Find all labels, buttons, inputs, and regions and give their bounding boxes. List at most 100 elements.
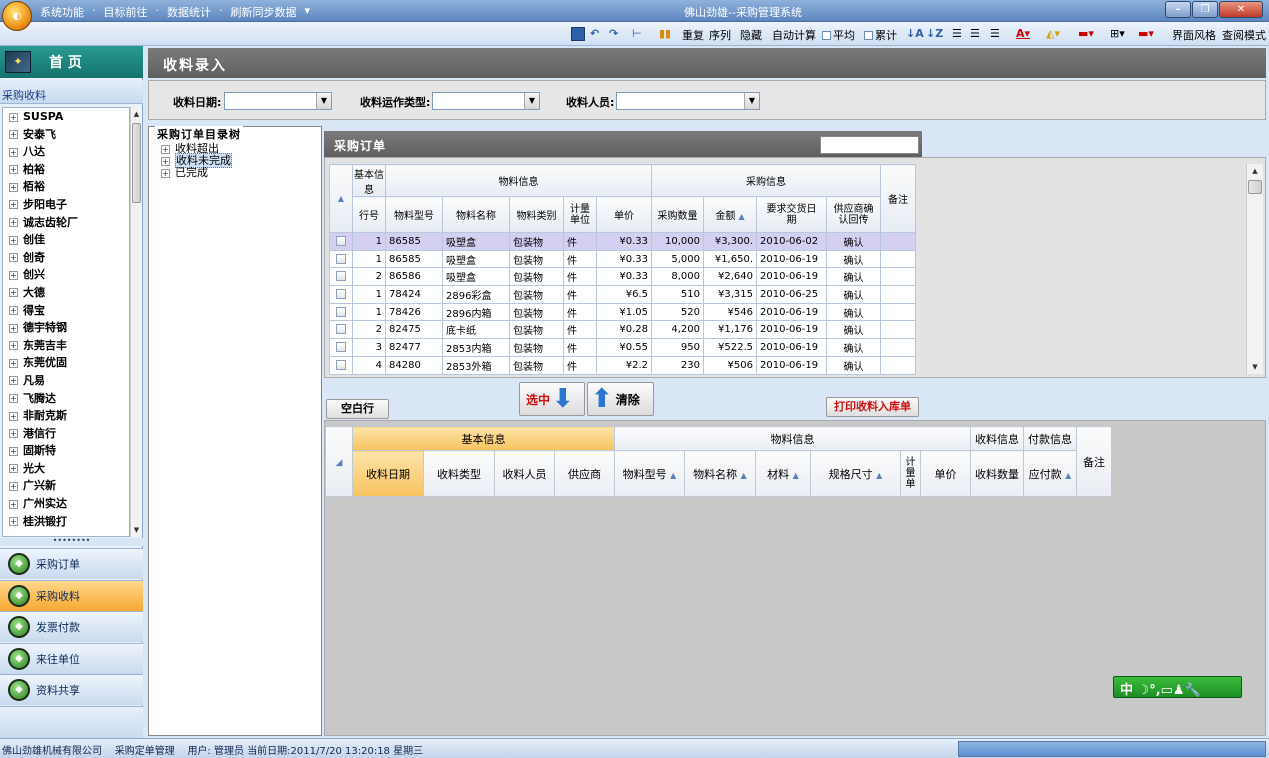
cell-unit[interactable]: 件 [563,320,597,340]
average-checkbox[interactable] [822,30,831,40]
rcol-date[interactable]: 收料日期 [352,450,424,497]
cell-name[interactable]: 底卡纸 [442,320,510,340]
expand-icon[interactable]: + [9,446,18,456]
print-receipt-button[interactable]: 打印收料入库单 [826,397,919,417]
redo-icon[interactable]: ↷ [609,27,618,40]
sort-desc-icon[interactable]: ↓Z [926,27,943,40]
cell-line[interactable]: 2 [352,320,386,340]
cell-amount[interactable]: ¥506 [703,355,757,375]
align-right-icon[interactable]: ☰ [990,27,1000,40]
cell-model[interactable]: 84280 [385,355,443,375]
cell-model[interactable]: 82477 [385,338,443,357]
cell-line[interactable]: 1 [352,249,386,269]
rcol-qty[interactable]: 收料数量 [970,450,1024,497]
cell-category[interactable]: 包装物 [509,320,564,340]
cell-amount[interactable]: ¥2,640 [703,267,757,287]
expand-icon[interactable]: + [9,341,18,351]
expand-icon[interactable]: + [9,253,18,263]
cell-price[interactable]: ¥0.33 [596,249,652,269]
expand-icon[interactable]: + [9,464,18,474]
expand-icon[interactable]: + [9,165,18,175]
row-checkbox[interactable] [329,355,353,375]
sequence-button[interactable]: 序列 [709,27,731,43]
expand-icon[interactable]: + [9,200,18,210]
nav-button-1[interactable]: ◆ 采购收料 [0,579,143,611]
expand-icon[interactable]: + [9,288,18,298]
supplier-tree-item[interactable]: + 广兴新 [3,477,129,495]
row-checkbox[interactable] [329,320,353,340]
cell-category[interactable]: 包装物 [509,302,564,322]
supplier-tree-item[interactable]: + 栢裕 [3,178,129,196]
col-line[interactable]: 行号 [352,196,386,233]
cell-confirm[interactable]: 确认 [826,267,881,287]
supplier-tree-item[interactable]: + 创兴 [3,266,129,284]
table-row[interactable]: 1 78424 2896彩盒 包装物件 ¥6.5 510 ¥3,315 2010-06-25 确… [329,285,916,304]
cell-model[interactable]: 86586 [385,267,443,287]
supplier-tree-item[interactable]: + 八达 [3,143,129,161]
cell-date[interactable]: 2010-06-19 [756,320,827,340]
expand-icon[interactable]: + [161,156,170,166]
rcol-payable[interactable]: 应付款 ▲ [1023,450,1077,497]
cell-qty[interactable]: 10,000 [651,232,704,251]
cell-remark[interactable] [880,355,916,375]
cell-name[interactable]: 吸塑盒 [442,232,510,251]
checkbox-icon[interactable] [336,359,346,370]
minimize-icon[interactable]: – [1165,1,1191,18]
supplier-tree-item[interactable]: + 诚志齿轮厂 [3,214,129,232]
line-color-icon[interactable]: ▬▾ [1078,27,1094,40]
orders-grid-scrollbar[interactable]: ▲ ▼ [1246,164,1263,374]
cell-qty[interactable]: 4,200 [651,320,704,340]
cell-qty[interactable]: 510 [651,285,704,304]
view-mode-button[interactable]: 查阅模式 [1222,27,1266,43]
cell-date[interactable]: 2010-06-19 [756,338,827,357]
align-left-icon[interactable]: ☰ [952,27,962,40]
supplier-tree-scrollbar[interactable]: ▲ ▼ [130,107,142,537]
app-orb-icon[interactable]: ◐ [2,1,32,31]
orders-search-input[interactable] [820,136,919,154]
cell-confirm[interactable]: 确认 [826,338,881,357]
cell-date[interactable]: 2010-06-19 [756,355,827,375]
supplier-tree-item[interactable]: + 德宇特钢 [3,319,129,337]
cell-amount[interactable]: ¥1,176 [703,320,757,340]
cell-amount[interactable]: ¥522.5 [703,338,757,357]
checkbox-icon[interactable] [336,288,346,299]
table-row[interactable]: 1 86585 吸塑盒 包装物件 ¥0.33 10,000 ¥3,300. 2010-06-0… [329,232,916,251]
nav-button-3[interactable]: ◆ 来往单位 [0,642,143,674]
cell-model[interactable]: 78426 [385,302,443,322]
blank-row-button[interactable]: 空白行 [326,399,389,419]
cell-remark[interactable] [880,338,916,357]
cell-date[interactable]: 2010-06-25 [756,285,827,304]
checkbox-icon[interactable] [336,253,346,264]
row-checkbox[interactable] [329,249,353,269]
cell-category[interactable]: 包装物 [509,232,564,251]
cell-category[interactable]: 包装物 [509,249,564,269]
cell-name[interactable]: 2853外箱 [442,355,510,375]
cell-remark[interactable] [880,267,916,287]
cell-confirm[interactable]: 确认 [826,249,881,269]
cell-model[interactable]: 86585 [385,249,443,269]
autocalc-button[interactable]: 自动计算 [772,27,816,43]
supplier-tree-item[interactable]: + 安泰飞 [3,126,129,144]
row-color-icon[interactable]: ▬▾ [1138,27,1154,40]
align-center-icon[interactable]: ☰ [970,27,980,40]
cell-unit[interactable]: 件 [563,285,597,304]
supplier-tree-item[interactable]: + 固斯特 [3,442,129,460]
cell-confirm[interactable]: 确认 [826,232,881,251]
col-unit[interactable]: 计量单位 [563,196,597,233]
cell-amount[interactable]: ¥546 [703,302,757,322]
cell-line[interactable]: 3 [352,338,386,357]
cell-qty[interactable]: 520 [651,302,704,322]
checkbox-icon[interactable] [336,235,346,246]
cell-category[interactable]: 包装物 [509,355,564,375]
supplier-tree-item[interactable]: + 非耐克斯 [3,407,129,425]
expand-icon[interactable]: + [9,429,18,439]
cell-name[interactable]: 2896彩盒 [442,285,510,304]
col-due-date[interactable]: 要求交货日期 [756,196,827,233]
cell-date[interactable]: 2010-06-19 [756,302,827,322]
cell-remark[interactable] [880,320,916,340]
cell-price[interactable]: ¥0.33 [596,232,652,251]
col-price[interactable]: 单价 [596,196,652,233]
chevron-down-icon[interactable]: ▼ [524,93,539,109]
cell-remark[interactable] [880,302,916,322]
checkbox-icon[interactable] [336,306,346,317]
